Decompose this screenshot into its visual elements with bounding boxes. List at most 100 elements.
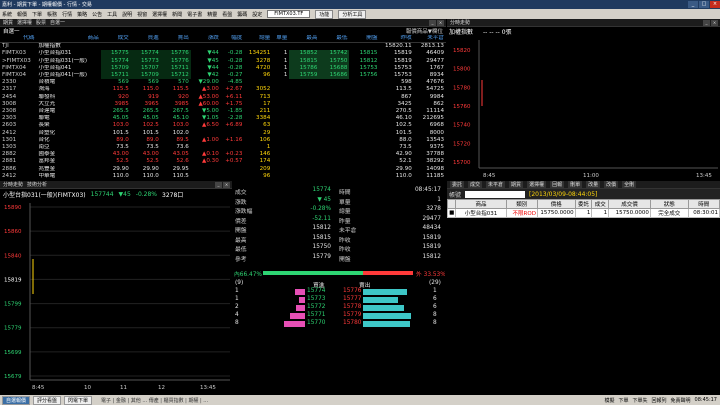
orders-column-header[interactable]: 委託 (574, 199, 593, 209)
quote-tab[interactable]: 自選一 (50, 19, 65, 26)
statusbar-item[interactable]: 下單失 (632, 397, 647, 404)
orders-column-header[interactable]: 成交 (591, 199, 610, 209)
quote-tab[interactable]: 股票 (36, 19, 46, 26)
statusbar-item[interactable]: 08:45:17 (695, 397, 717, 404)
quote-row[interactable]: 2412 中華電 110.0 110.0 110.5 96 110.0 11185 (0, 173, 446, 180)
futures-intraday-chart[interactable]: 15890 15860 15840 15819 15799 15779 15699 15679… (0, 199, 232, 392)
orders-toolbar-item[interactable]: 刪單 (568, 181, 583, 188)
menu-item[interactable]: 行情 (62, 11, 72, 18)
book-row[interactable]: 8 15770 15780 8 (233, 320, 445, 328)
column-setting-link[interactable]: 報價商品▼欄位 (406, 27, 443, 35)
column-header[interactable]: 買進 (130, 35, 161, 44)
orders-toolbar-item[interactable]: 選擇權 (527, 181, 547, 188)
orders-toolbar-item[interactable]: 成交 (468, 181, 483, 188)
orders-toolbar-item[interactable]: 改價 (604, 181, 619, 188)
quote-row[interactable]: 1301 台化 89.0 89.0 89.5 ▲1.00 +1.16 106 88.0 13543 (0, 137, 446, 144)
chart-tab[interactable]: 分時走勢 (3, 181, 23, 188)
symbol-input[interactable]: FIMTX03.TF (267, 10, 311, 18)
column-header[interactable]: 最高 (289, 35, 320, 44)
menu-item[interactable]: 帳務 (47, 11, 57, 18)
menu-item[interactable]: 系統 (2, 11, 12, 18)
column-header[interactable]: 總量 (244, 35, 273, 44)
panel-min-icon[interactable]: _ (429, 19, 436, 26)
order-row[interactable]: ■ 小型台指031 不限ROD 15750.0000 1 1 15750.0000 完全成交 0… (447, 208, 720, 218)
book-row[interactable]: 1 15773 15777 6 (233, 296, 445, 304)
orders-column-header[interactable]: 成交價 (608, 199, 651, 209)
orders-toolbar-item[interactable]: 委託 (450, 181, 465, 188)
statusbar-item[interactable]: 回報列 (652, 397, 667, 404)
menu-item[interactable]: 說明 (122, 11, 132, 18)
statusbar-item[interactable]: 下單 (618, 397, 628, 404)
quote-row[interactable]: 2330 台積電 569 569 570 ▼29.00 -4.85 598 47676 (0, 79, 446, 86)
chart-tab[interactable]: 技術分析 (27, 181, 47, 188)
quote-row[interactable]: 1303 南亞 73.5 73.5 73.6 1 73.5 9375 (0, 144, 446, 151)
menu-item[interactable]: 電子書 (187, 11, 202, 18)
quote-row[interactable]: FIMTX04 小型台指041(一般) 15711 15709 15712 ▼42 -0.2… (0, 72, 446, 80)
column-header[interactable]: 幅度 (220, 35, 245, 44)
quote-row[interactable]: 2603 長榮 103.0 102.5 103.0 ▲6.50 +6.89 63 102.5 69… (0, 122, 446, 129)
orders-toolbar-item[interactable]: 期貨 (509, 181, 524, 188)
menu-item[interactable]: 新聞 (172, 11, 182, 18)
panel-close-icon[interactable]: × (711, 19, 718, 26)
minimize-button[interactable]: _ (688, 1, 698, 8)
quote-row[interactable]: >FIMTX03 小型台指031(一般) 15774 15773 15776 ▼45 -0.… (0, 57, 446, 65)
statusbar-item[interactable]: 模擬 (604, 397, 614, 404)
book-row[interactable]: 2 15772 15778 6 (233, 304, 445, 312)
menu-item[interactable]: 看盤 (222, 11, 232, 18)
column-header[interactable]: 賣出 (160, 35, 191, 44)
quote-tab[interactable]: 期貨 (3, 19, 13, 26)
book-row[interactable]: 4 15771 15779 8 (233, 312, 445, 320)
quote-row[interactable]: 2308 台達電 265.5 265.5 267.5 ▼5.00 -1.85 211 270.5… (0, 108, 446, 115)
function-button[interactable]: 功能 (315, 9, 334, 19)
index-intraday-chart[interactable]: 15820 15800 15780 15760 15740 15720 15700 8:45 1… (447, 36, 720, 180)
column-header[interactable]: 開盤 (349, 35, 380, 44)
statusbar-tab[interactable]: 自選報價 (2, 395, 31, 405)
orders-column-header[interactable]: 時間 (687, 199, 720, 209)
close-button[interactable]: × (710, 1, 720, 8)
menu-item[interactable]: 策略 (77, 11, 87, 18)
orders-toolbar-item[interactable]: 全刪 (622, 181, 637, 188)
menu-item[interactable]: 設定 (252, 11, 262, 18)
quote-row[interactable]: 3008 大立光 3985 3965 3985 ▲60.00 +1.75 17 3425 862 (0, 101, 446, 108)
orders-column-header[interactable] (447, 199, 457, 209)
column-header[interactable]: 商品 (36, 35, 101, 44)
orders-column-header[interactable]: 狀態 (649, 199, 689, 209)
panel-min-icon[interactable]: _ (215, 181, 222, 188)
panel-min-icon[interactable]: _ (703, 19, 710, 26)
orders-column-header[interactable]: 價格 (536, 199, 576, 209)
statusbar-tab[interactable]: 閃電下單 (64, 395, 93, 405)
menu-item[interactable]: 選擇權 (152, 11, 167, 18)
analysis-tools-button[interactable]: 分析工具 (338, 9, 367, 19)
maximize-button[interactable]: □ (699, 1, 709, 8)
quote-tab[interactable]: 選擇權 (17, 19, 32, 26)
quote-row[interactable]: 2454 聯發科 920 919 920 ▲53.00 +6.11 713 867 9984 (0, 94, 446, 101)
quote-row[interactable]: FIMTX04 小型台指041 15709 15707 15711 ▼44 -0.28 472… (0, 64, 446, 73)
menu-item[interactable]: 工具 (107, 11, 117, 18)
column-header[interactable]: 漲跌 (190, 35, 221, 44)
menu-item[interactable]: 報價 (17, 11, 27, 18)
quote-row[interactable]: 2317 鴻海 115.5 115.0 115.5 ▲3.00 +2.67 3052 113.5… (0, 86, 446, 93)
quote-row[interactable]: 2303 聯電 45.05 45.05 45.10 ▼1.05 -2.28 3384 46.10… (0, 115, 446, 122)
statusbar-tab[interactable]: 評分看盤 (33, 395, 62, 405)
column-header[interactable]: 成交 (100, 35, 131, 44)
column-header[interactable]: 單量 (272, 35, 290, 44)
menu-item[interactable]: 下單 (32, 11, 42, 18)
index-chart-tab[interactable]: 分時走勢 (450, 19, 470, 26)
book-row[interactable]: 1 15774 15776 1 (233, 288, 445, 296)
quote-row[interactable]: 2881 富邦金 52.5 52.5 52.6 ▲0.30 +0.57 174 52.1 3829… (0, 158, 446, 165)
menu-item[interactable]: 精靈 (207, 11, 217, 18)
quote-row[interactable]: 2886 兆豐金 29.90 29.90 29.95 209 29.90 14098 (0, 166, 446, 173)
orders-column-header[interactable]: 商品 (455, 199, 507, 209)
column-header[interactable]: 代碼 (0, 35, 37, 44)
panel-close-icon[interactable]: × (437, 19, 444, 26)
column-header[interactable]: 最低 (319, 35, 350, 44)
quote-row[interactable]: 2412 台塑化 101.5 101.5 102.0 29 101.5 8000 (0, 130, 446, 137)
menu-item[interactable]: 公告 (92, 11, 102, 18)
column-header[interactable]: 未平倉 (413, 35, 446, 44)
orders-toolbar-item[interactable]: 改量 (586, 181, 601, 188)
orders-toolbar-item[interactable]: 回報 (550, 181, 565, 188)
watchlist-group[interactable]: 自選一 (3, 27, 20, 35)
statusbar-item[interactable]: 免責聲明 (671, 397, 691, 404)
panel-close-icon[interactable]: × (223, 181, 230, 188)
account-select[interactable] (465, 190, 526, 198)
